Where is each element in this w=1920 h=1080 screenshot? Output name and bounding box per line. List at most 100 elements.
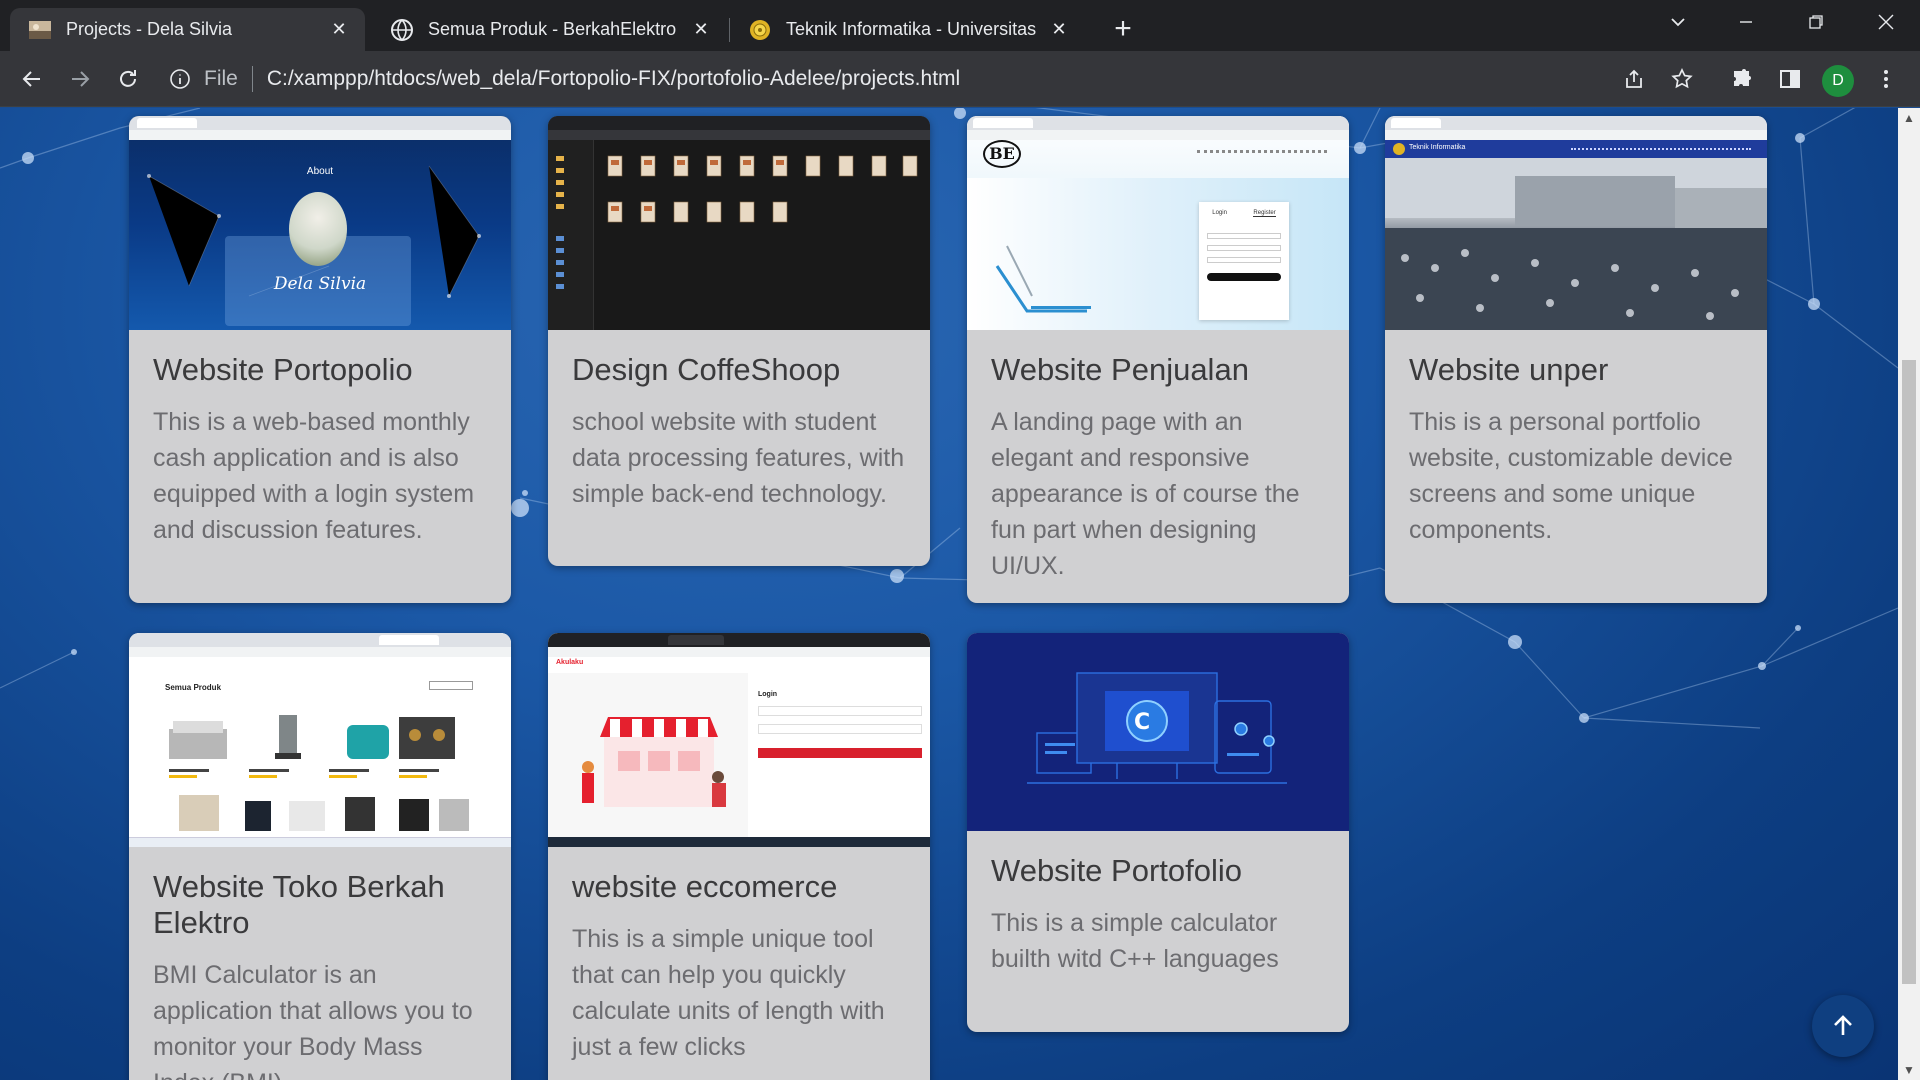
arrow-up-icon xyxy=(1834,1015,1852,1035)
thumbnail-taskbar xyxy=(129,837,511,847)
project-thumbnail: C xyxy=(967,633,1349,831)
scrollbar-thumb[interactable] xyxy=(1902,360,1916,984)
project-card[interactable]: Design CoffeShoop school website with st… xyxy=(548,116,930,566)
project-description: This is a simple calculator builth witd … xyxy=(991,909,1279,973)
project-card[interactable]: About Dela Silvia Website Portopolio Thi… xyxy=(129,116,511,603)
thumbnail-logo: BE xyxy=(983,140,1021,168)
minimize-button[interactable] xyxy=(1716,0,1776,44)
bookmark-button[interactable] xyxy=(1664,61,1700,97)
close-tab-icon[interactable]: ✕ xyxy=(327,18,351,42)
new-tab-button[interactable]: + xyxy=(1106,12,1140,46)
project-title: Design CoffeShoop xyxy=(572,352,841,387)
tab-projects[interactable]: Projects - Dela Silvia ✕ xyxy=(10,8,365,51)
page-viewport: About Dela Silvia Website Portopolio Thi… xyxy=(0,108,1898,1080)
project-card[interactable]: Semua Produk Website Toko Berkah Elektro… xyxy=(129,633,511,1080)
thumbnail-address-bar xyxy=(129,647,511,657)
restore-button[interactable] xyxy=(1786,0,1846,44)
thumbnail-login-tab: Login xyxy=(1212,210,1227,216)
project-card[interactable]: BE Login Register Website Penjualan A la… xyxy=(967,116,1349,603)
thumbnail-about-heading: About xyxy=(306,166,334,177)
project-thumbnail: Semua Produk xyxy=(129,633,511,847)
project-title: website eccomerce xyxy=(572,869,838,904)
file-scheme-label: File xyxy=(204,67,238,90)
thumbnail-heading: Semua Produk xyxy=(165,683,222,692)
close-tab-icon[interactable]: ✕ xyxy=(1047,18,1071,42)
thumbnail-site-header: Teknik Informatika xyxy=(1385,140,1767,158)
thumbnail-university-logo xyxy=(1393,143,1405,155)
share-button[interactable] xyxy=(1616,61,1652,97)
thumbnail-brand: Teknik Informatika xyxy=(1409,144,1466,151)
project-thumbnail: Akulaku Login xyxy=(548,633,930,847)
menu-button[interactable] xyxy=(1868,61,1904,97)
thumbnail-taskbar xyxy=(548,837,930,847)
photo-favicon xyxy=(29,20,51,39)
tab-title: Projects - Dela Silvia xyxy=(66,19,233,39)
project-description: This is a web-based monthly cash applica… xyxy=(153,408,475,544)
thumbnail-browser-chrome xyxy=(548,633,930,647)
back-arrow-icon xyxy=(22,71,40,87)
url-text[interactable]: C:/xamppp/htdocs/web_dela/Fortopolio-FIX… xyxy=(267,67,960,91)
side-panel-button[interactable] xyxy=(1772,61,1808,97)
thumbnail-login-panel: Login Register xyxy=(1199,202,1289,320)
thumbnail-address-bar xyxy=(1385,130,1767,140)
project-thumbnail: BE Login Register xyxy=(967,116,1349,330)
scroll-down-arrow-icon[interactable]: ▼ xyxy=(1898,1060,1920,1080)
project-card[interactable]: C Website Portofolio This is a simple ca… xyxy=(967,633,1349,1032)
thumbnail-browser-chrome xyxy=(129,633,511,647)
side-panel-icon xyxy=(1780,70,1800,88)
thumbnail-address-bar xyxy=(548,647,930,657)
back-button[interactable] xyxy=(14,61,50,97)
thumbnail-sort-dropdown xyxy=(429,681,473,690)
project-card[interactable]: Teknik Informatika Website unper This is… xyxy=(1385,116,1767,603)
university-seal-icon xyxy=(750,19,770,40)
project-description: BMI Calculator is an application that al… xyxy=(153,961,473,1080)
tab-berkahelektro[interactable]: Semua Produk - BerkahElektro | E ✕ xyxy=(372,8,727,51)
project-thumbnail: About Dela Silvia xyxy=(129,116,511,330)
project-title: Website unper xyxy=(1409,352,1609,387)
thumbnail-nav xyxy=(1571,148,1751,150)
forward-arrow-icon xyxy=(72,71,90,87)
project-thumbnail xyxy=(548,116,930,330)
extensions-button[interactable] xyxy=(1724,61,1760,97)
project-description: A landing page with an elegant and respo… xyxy=(991,408,1300,580)
project-title: Website Toko Berkah Elektro xyxy=(153,869,445,940)
tab-search-chevron-icon[interactable] xyxy=(1648,0,1708,44)
thumbnail-profile-photo xyxy=(289,192,347,266)
puzzle-icon xyxy=(1734,69,1751,86)
globe-icon xyxy=(391,18,413,41)
project-card[interactable]: Akulaku Login website eccomerce This is … xyxy=(548,633,930,1080)
thumbnail-brand: Akulaku xyxy=(556,659,584,666)
close-tab-icon[interactable]: ✕ xyxy=(689,18,713,42)
project-title: Website Portofolio xyxy=(991,853,1242,888)
star-icon xyxy=(1671,68,1693,89)
project-title: Website Penjualan xyxy=(991,352,1249,387)
thumbnail-product-grid xyxy=(169,715,469,831)
project-thumbnail: Teknik Informatika xyxy=(1385,116,1767,330)
reload-icon xyxy=(120,70,136,87)
vertical-scrollbar[interactable]: ▲ ▼ xyxy=(1898,108,1920,1080)
cpp-devices-illustration-icon: C xyxy=(1027,672,1287,784)
thumbnail-login-panel: Login xyxy=(758,683,922,813)
tab-title: Semua Produk - BerkahElektro | E xyxy=(428,19,679,39)
thumbnail-browser-chrome xyxy=(1385,116,1767,130)
tab-teknik-informatika[interactable]: Teknik Informatika - Universitas P ✕ xyxy=(730,8,1085,51)
thumbnail-login-title: Login xyxy=(758,691,778,698)
info-icon[interactable] xyxy=(168,67,192,91)
profile-avatar[interactable]: D xyxy=(1822,65,1854,97)
address-bar[interactable]: File C:/xamppp/htdocs/web_dela/Fortopoli… xyxy=(168,56,1740,102)
thumbnail-register-tab: Register xyxy=(1253,210,1276,217)
share-icon xyxy=(1626,69,1642,88)
tab-title: Teknik Informatika - Universitas P xyxy=(786,19,1037,39)
project-description: school website with student data process… xyxy=(572,408,905,508)
browser-toolbar: File C:/xamppp/htdocs/web_dela/Fortopoli… xyxy=(0,51,1920,107)
project-description: This is a simple unique tool that can he… xyxy=(572,925,885,1061)
address-divider xyxy=(251,66,253,92)
reload-button[interactable] xyxy=(110,61,146,97)
back-to-top-button[interactable] xyxy=(1812,995,1874,1057)
thumbnail-browser-chrome xyxy=(967,116,1349,130)
svg-text:C: C xyxy=(1134,710,1150,735)
thumbnail-name: Dela Silvia xyxy=(273,274,367,294)
scroll-up-arrow-icon[interactable]: ▲ xyxy=(1898,108,1920,128)
close-window-button[interactable] xyxy=(1856,0,1916,44)
forward-button[interactable] xyxy=(62,61,98,97)
